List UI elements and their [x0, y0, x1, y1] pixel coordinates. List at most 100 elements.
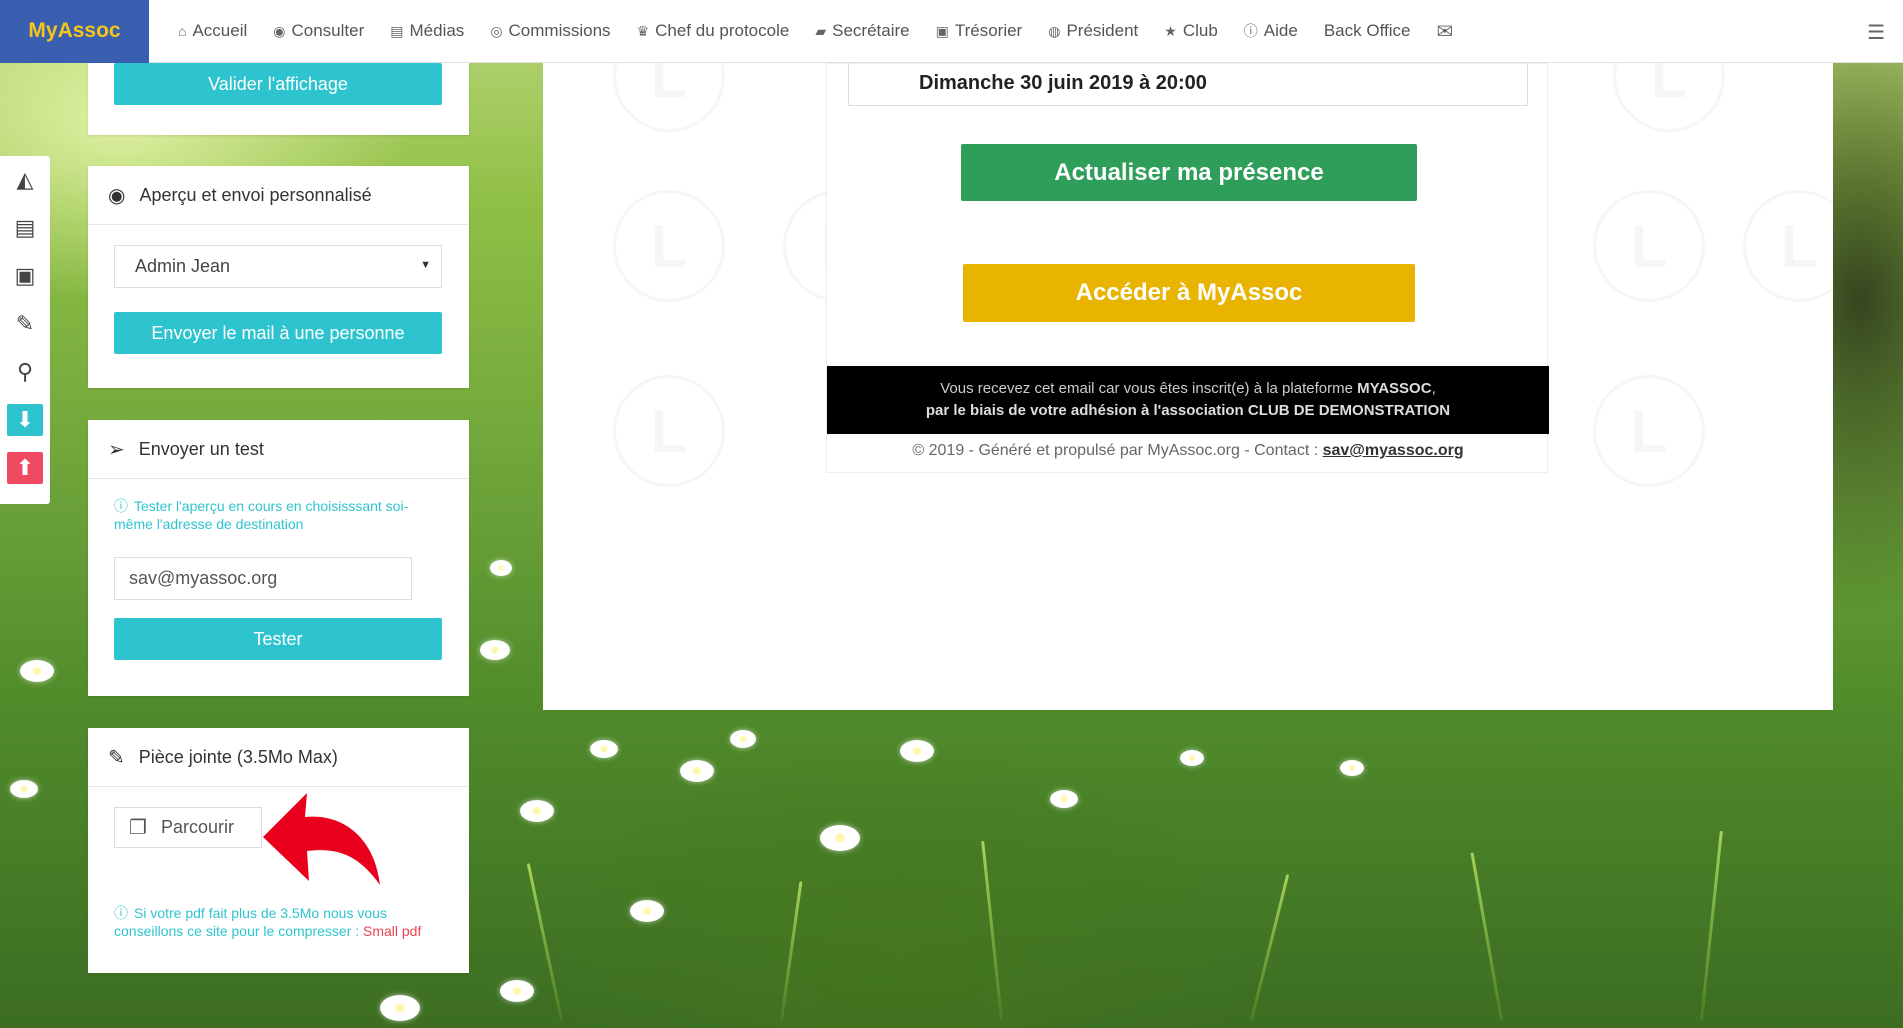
lions-watermark-icon: L [1593, 375, 1705, 487]
top-navbar: MyAssoc ⌂ Accueil ◉ Consulter ▤ Médias ◎… [0, 0, 1903, 63]
map-marker-icon[interactable]: ⚲ [0, 348, 50, 396]
nav-label: Secrétaire [832, 21, 910, 40]
test-button[interactable]: Tester [114, 618, 442, 660]
contact-email-link[interactable]: sav@myassoc.org [1323, 442, 1464, 459]
panel-title: Pièce jointe (3.5Mo Max) [138, 746, 338, 767]
scroll-down-button[interactable]: ⬇ [0, 396, 50, 444]
chart-area-icon[interactable]: ◭ [0, 156, 50, 204]
access-myassoc-button[interactable]: Accéder à MyAssoc [963, 264, 1415, 322]
users-icon: ◎ [490, 22, 503, 39]
grass-decor [1250, 874, 1290, 1021]
nav-item-tresorier[interactable]: ▣ Trésorier [923, 0, 1036, 63]
book-icon: ▰ [815, 22, 827, 39]
footer-text: Vous recevez cet email car vous êtes ins… [940, 380, 1358, 397]
person-select[interactable]: Admin Jean ▼ [114, 245, 442, 288]
grass-decor [1470, 852, 1503, 1021]
nav-item-commissions[interactable]: ◎ Commissions [477, 0, 623, 63]
flower-decor [490, 560, 512, 576]
flower-decor [900, 740, 934, 762]
browse-label: Parcourir [160, 817, 234, 837]
grass-decor [981, 840, 1003, 1021]
footer-text: , [1431, 380, 1436, 397]
tool-strip: ◭ ▤ ▣ ✎ ⚲ ⬇ ⬆ [0, 156, 50, 504]
flower-decor [500, 980, 534, 1002]
attachment-hint: ⓘ Si votre pdf fait plus de 3.5Mo nous vo… [88, 904, 469, 940]
nav-label: Club [1182, 21, 1218, 40]
grass-decor [780, 881, 803, 1021]
nav-item-back-office[interactable]: Back Office [1311, 0, 1424, 63]
email-footer-notice: Vous recevez cet email car vous êtes ins… [827, 366, 1549, 434]
panel-header: ➢ Envoyer un test [88, 420, 469, 479]
display-panel: Valider l'affichage [88, 63, 469, 135]
flower-decor [590, 740, 618, 758]
nav-item-messages[interactable]: ✉ [1423, 0, 1472, 63]
flower-decor [1340, 760, 1364, 776]
info-icon: ⓘ [114, 905, 128, 921]
arrow-up-icon: ⬆ [7, 452, 43, 484]
nav-label: Chef du protocole [655, 21, 790, 40]
test-hint-text: Tester l'aperçu en cours en choisisssant… [114, 498, 409, 532]
scroll-up-button[interactable]: ⬆ [0, 444, 50, 492]
nav-item-club[interactable]: ★ Club [1151, 0, 1231, 63]
red-arrow-annotation [263, 793, 380, 885]
test-hint: ⓘ Tester l'aperçu en cours en choisisssan… [88, 497, 469, 533]
globe-icon: ◍ [1048, 22, 1061, 39]
flower-decor [1050, 790, 1078, 808]
test-panel: ➢ Envoyer un test ⓘ Tester l'aperçu en co… [88, 420, 469, 696]
update-presence-button[interactable]: Actualiser ma présence [961, 144, 1417, 201]
preview-panel: ◉ Aperçu et envoi personnalisé Admin Jea… [88, 166, 469, 388]
nav-label: Médias [409, 21, 465, 40]
small-pdf-link[interactable]: Small pdf [363, 923, 421, 939]
footer-line-1: Vous recevez cet email car vous êtes ins… [827, 378, 1549, 400]
document-icon[interactable]: ▤ [0, 204, 50, 252]
test-email-field[interactable]: sav@myassoc.org [114, 557, 412, 600]
nav-item-aide[interactable]: ⓘ Aide [1231, 0, 1311, 63]
validate-display-button[interactable]: Valider l'affichage [114, 63, 442, 105]
flower-decor [820, 825, 860, 851]
grass-decor [526, 863, 563, 1021]
star-icon: ★ [1164, 22, 1177, 39]
copy-icon: ❐ [129, 817, 147, 839]
nav-item-consulter[interactable]: ◉ Consulter [260, 0, 377, 63]
lions-watermark-icon: L [1593, 190, 1705, 302]
nav-label: Consulter [291, 21, 365, 40]
nav-item-accueil[interactable]: ⌂ Accueil [165, 0, 260, 63]
lions-watermark-icon: L [613, 190, 725, 302]
eye-icon: ◉ [108, 184, 126, 207]
nav-menu: ⌂ Accueil ◉ Consulter ▤ Médias ◎ Commiss… [165, 0, 1472, 63]
hamburger-menu-icon[interactable]: ☰ [1867, 20, 1885, 45]
brand-logo[interactable]: MyAssoc [0, 0, 149, 63]
wrench-icon[interactable]: ✎ [0, 300, 50, 348]
copyright-text: © 2019 - Généré et propulsé par MyAssoc.… [912, 442, 1323, 459]
flower-decor [730, 730, 756, 748]
nav-label: Trésorier [954, 21, 1023, 40]
nav-label: Aide [1263, 21, 1298, 40]
nav-item-secretaire[interactable]: ▰ Secrétaire [802, 0, 922, 63]
footer-line-2: par le biais de votre adhésion à l'assoc… [827, 400, 1549, 422]
send-to-person-button[interactable]: Envoyer le mail à une personne [114, 312, 442, 354]
flower-decor [380, 995, 420, 1021]
nav-item-president[interactable]: ◍ Président [1035, 0, 1151, 63]
flower-decor [680, 760, 714, 782]
panel-header: ◉ Aperçu et envoi personnalisé [88, 166, 469, 225]
trophy-icon: ♛ [636, 22, 650, 39]
paperclip-icon: ✎ [108, 746, 125, 769]
money-icon: ▣ [935, 22, 949, 39]
event-date: Dimanche 30 juin 2019 à 20:00 [848, 62, 1528, 106]
panel-header: ✎ Pièce jointe (3.5Mo Max) [88, 728, 469, 787]
nav-item-chef-protocole[interactable]: ♛ Chef du protocole [624, 0, 803, 63]
envelope-icon: ✉ [1436, 20, 1454, 43]
flower-decor [520, 800, 554, 822]
copyright-line: © 2019 - Généré et propulsé par MyAssoc.… [827, 442, 1549, 460]
flower-decor [1180, 750, 1204, 766]
eye-icon: ◉ [273, 22, 286, 39]
browse-file-button[interactable]: ❐ Parcourir [114, 807, 262, 848]
person-select-value: Admin Jean [135, 256, 231, 276]
caret-down-icon: ▼ [420, 259, 431, 271]
home-icon: ⌂ [178, 23, 187, 39]
money-icon[interactable]: ▣ [0, 252, 50, 300]
flower-decor [10, 780, 38, 798]
email-body: Dimanche 30 juin 2019 à 20:00 Actualiser… [826, 62, 1549, 473]
footer-brand: MYASSOC [1357, 380, 1432, 397]
nav-item-medias[interactable]: ▤ Médias [377, 0, 477, 63]
